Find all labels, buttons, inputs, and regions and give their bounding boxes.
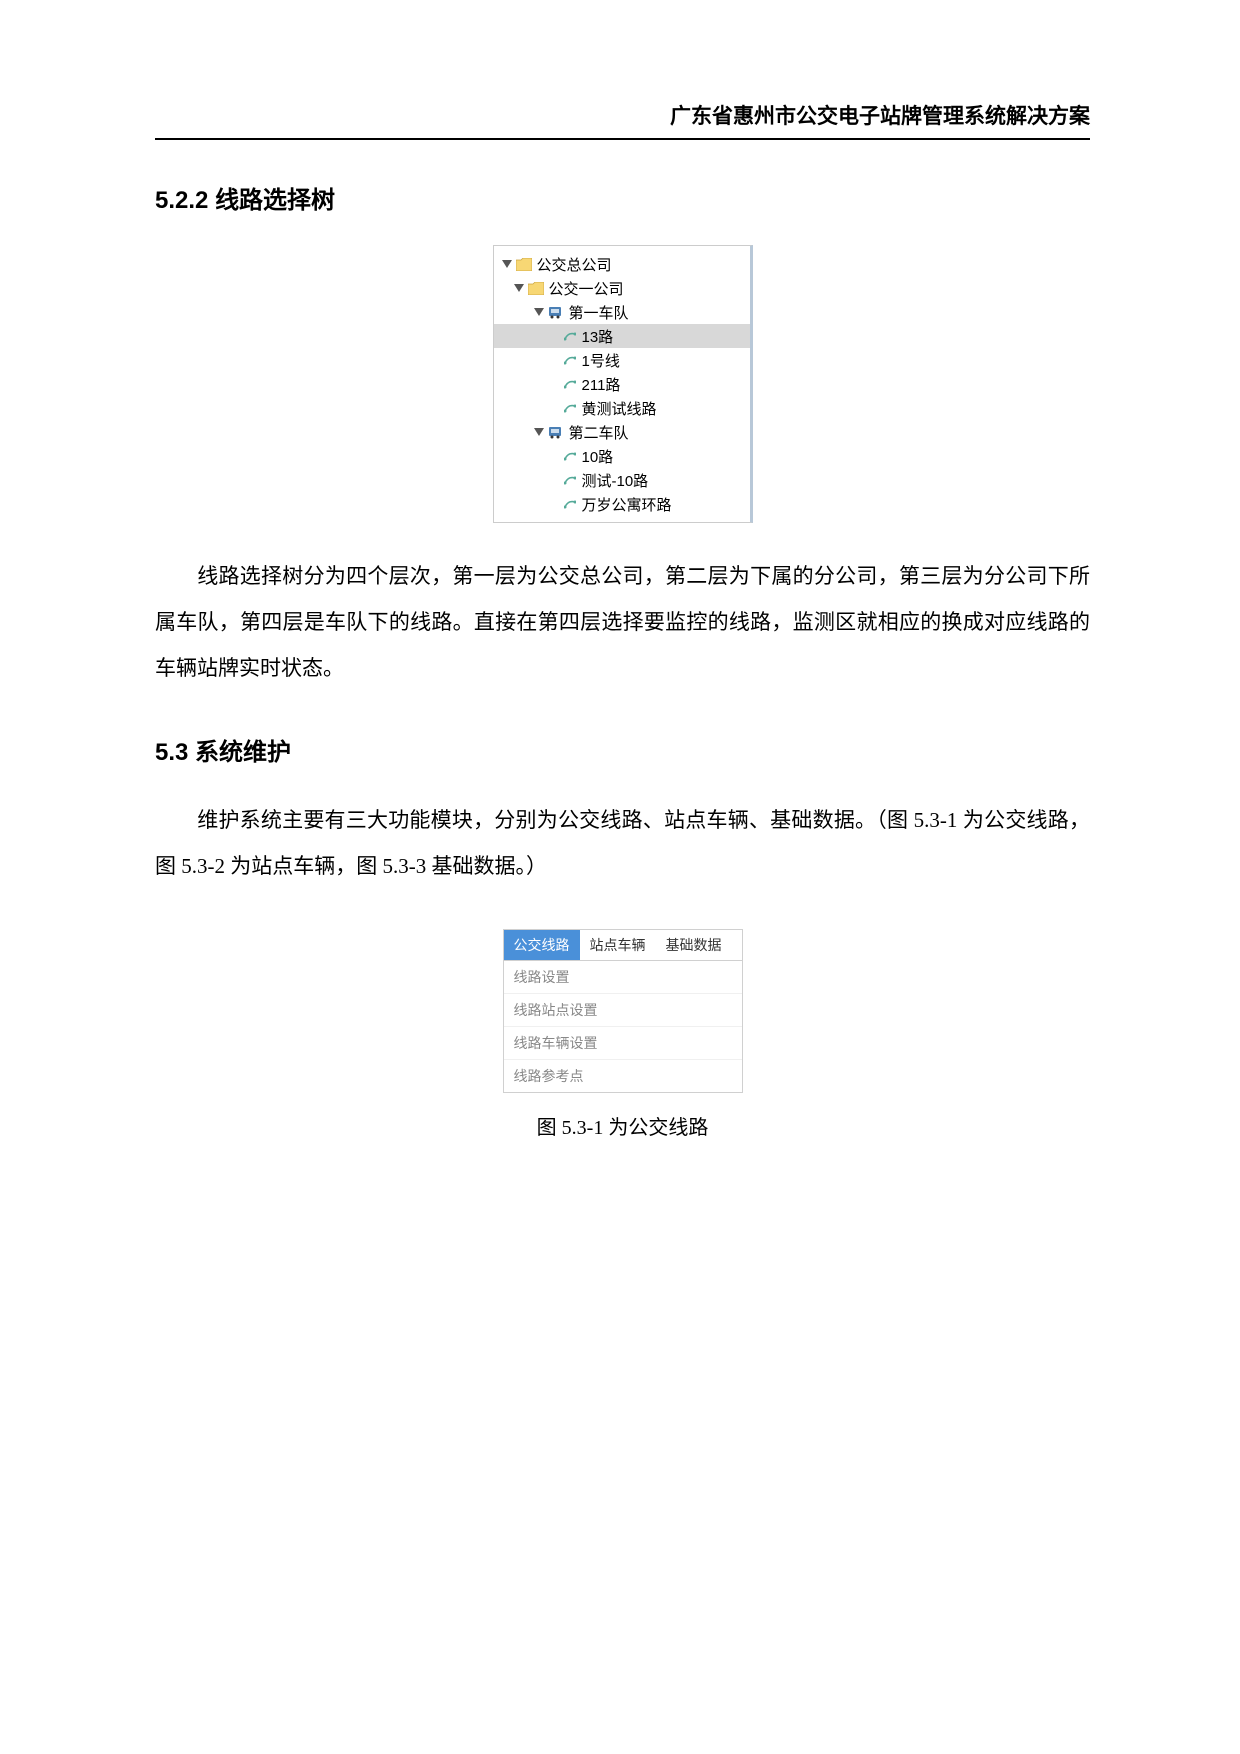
tree-label: 公交总公司 xyxy=(537,254,612,275)
menu-route-vehicle-settings[interactable]: 线路车辆设置 xyxy=(504,1027,742,1060)
expand-arrow-icon[interactable] xyxy=(502,256,516,273)
expand-arrow-icon[interactable] xyxy=(534,304,548,321)
tab-base-data[interactable]: 基础数据 xyxy=(656,930,732,960)
header-title: 广东省惠州市公交电子站牌管理系统解决方案 xyxy=(670,104,1090,128)
route-icon xyxy=(564,403,578,413)
tree-label: 第一车队 xyxy=(569,302,629,323)
section-title: 系统维护 xyxy=(195,739,291,766)
section-number: 5.2.2 xyxy=(155,187,208,214)
tab-row: 公交线路 站点车辆 基础数据 xyxy=(504,930,742,961)
menu-route-station-settings[interactable]: 线路站点设置 xyxy=(504,994,742,1027)
route-icon xyxy=(564,331,578,341)
paragraph-tree-description: 线路选择树分为四个层次，第一层为公交总公司，第二层为下属的分公司，第三层为分公司… xyxy=(155,553,1090,692)
route-icon xyxy=(564,379,578,389)
expand-arrow-icon[interactable] xyxy=(514,280,528,297)
tree-label: 13路 xyxy=(582,326,614,347)
menu-route-reference[interactable]: 线路参考点 xyxy=(504,1060,742,1092)
page-header: 广东省惠州市公交电子站牌管理系统解决方案 xyxy=(155,100,1090,140)
route-icon xyxy=(564,355,578,365)
tree-root-company[interactable]: 公交总公司 xyxy=(494,252,750,276)
tree-route-test10[interactable]: 测试-10路 xyxy=(494,468,750,492)
tree-route-huang[interactable]: 黄测试线路 xyxy=(494,396,750,420)
tree-label: 10路 xyxy=(582,446,614,467)
tree-route-10[interactable]: 10路 xyxy=(494,444,750,468)
body-text: 线路选择树分为四个层次，第一层为公交总公司，第二层为下属的分公司，第三层为分公司… xyxy=(155,564,1090,680)
section-5-2-2-heading: 5.2.2 线路选择树 xyxy=(155,180,1090,215)
tree-route-1[interactable]: 1号线 xyxy=(494,348,750,372)
tree-team-2[interactable]: 第二车队 xyxy=(494,420,750,444)
figure-caption-5-3-1: 图 5.3-1 为公交线路 xyxy=(155,1111,1090,1140)
tree-route-211[interactable]: 211路 xyxy=(494,372,750,396)
folder-icon xyxy=(516,258,534,271)
folder-icon xyxy=(528,282,546,295)
menu-route-settings[interactable]: 线路设置 xyxy=(504,961,742,994)
bus-icon xyxy=(548,426,566,439)
tree-label: 第二车队 xyxy=(569,422,629,443)
body-text: 维护系统主要有三大功能模块，分别为公交线路、站点车辆、基础数据。（图 5.3-1… xyxy=(155,808,1090,878)
tree-label: 211路 xyxy=(582,374,621,395)
tree-label: 公交一公司 xyxy=(549,278,624,299)
tab-bus-routes[interactable]: 公交线路 xyxy=(504,930,580,960)
tree-label: 黄测试线路 xyxy=(582,398,657,419)
tree-route-13[interactable]: 13路 xyxy=(494,324,750,348)
section-title: 线路选择树 xyxy=(215,187,335,214)
tree-route-wansui[interactable]: 万岁公寓环路 xyxy=(494,492,750,516)
section-5-3-heading: 5.3 系统维护 xyxy=(155,732,1090,767)
expand-arrow-icon[interactable] xyxy=(534,424,548,441)
tree-label: 1号线 xyxy=(582,350,620,371)
paragraph-maintenance-description: 维护系统主要有三大功能模块，分别为公交线路、站点车辆、基础数据。（图 5.3-1… xyxy=(155,797,1090,889)
route-icon xyxy=(564,475,578,485)
tree-label: 测试-10路 xyxy=(582,470,649,491)
route-icon xyxy=(564,451,578,461)
section-number: 5.3 xyxy=(155,739,188,766)
route-icon xyxy=(564,499,578,509)
tree-team-1[interactable]: 第一车队 xyxy=(494,300,750,324)
tab-station-vehicles[interactable]: 站点车辆 xyxy=(580,930,656,960)
maintenance-menu: 公交线路 站点车辆 基础数据 线路设置 线路站点设置 线路车辆设置 线路参考点 xyxy=(503,929,743,1093)
route-tree[interactable]: 公交总公司 公交一公司 第一车队 13路 1号线 211路 黄测试线路 第二车队… xyxy=(493,245,753,523)
tree-subcompany[interactable]: 公交一公司 xyxy=(494,276,750,300)
tree-label: 万岁公寓环路 xyxy=(582,494,672,515)
bus-icon xyxy=(548,306,566,319)
